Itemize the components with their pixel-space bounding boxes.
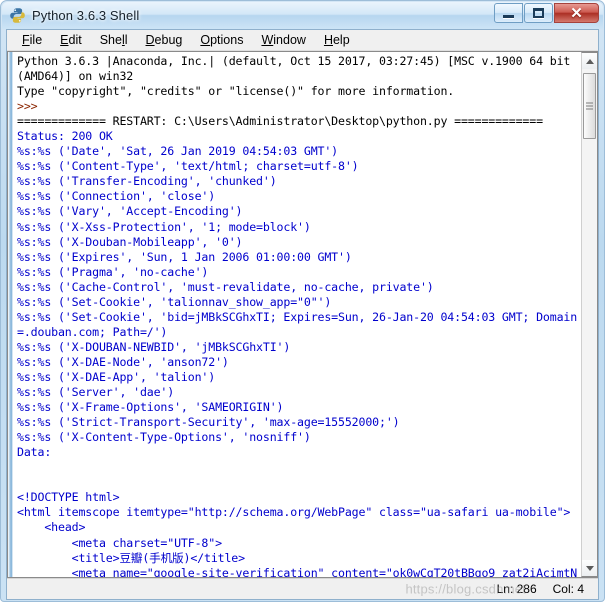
idle-shell-window: Python 3.6.3 Shell ✕ File Edit Shell Debug O… bbox=[0, 0, 605, 602]
python-idle-icon bbox=[9, 7, 26, 24]
maximize-button[interactable] bbox=[524, 3, 553, 23]
shell-line: %s:%s ('Vary', 'Accept-Encoding') bbox=[17, 204, 243, 219]
shell-line: <meta charset="UTF-8"> bbox=[17, 535, 222, 550]
shell-line: >>> bbox=[17, 99, 45, 114]
menu-accelerator: E bbox=[60, 33, 69, 47]
shell-line: %s:%s ('X-DOUBAN-NEWBID', 'jMBkSCGhxTI') bbox=[17, 339, 291, 354]
shell-line: Type "copyright", "credits" or "license(… bbox=[17, 84, 455, 99]
shell-line: %s:%s ('X-Xss-Protection', '1; mode=bloc… bbox=[17, 219, 311, 234]
menu-accelerator: O bbox=[200, 33, 211, 47]
minimize-button[interactable] bbox=[494, 3, 523, 23]
shell-line: %s:%s ('Connection', 'close') bbox=[17, 189, 216, 204]
close-button[interactable]: ✕ bbox=[554, 3, 599, 23]
menu-accelerator: H bbox=[323, 33, 333, 47]
shell-line: %s:%s ('Cache-Control', 'must-revalidate… bbox=[17, 279, 434, 294]
line-number-indicator: Ln: 286 bbox=[496, 582, 537, 596]
shell-line: <title>豆瓣(手机版)</title> bbox=[17, 550, 245, 565]
client-area: File Edit Shell Debug Options Window Help Pyth… bbox=[6, 29, 599, 600]
grip-icon bbox=[586, 102, 593, 110]
shell-line: Status: 200 OK bbox=[17, 129, 113, 144]
close-icon: ✕ bbox=[570, 4, 583, 22]
menu-accelerator: F bbox=[22, 33, 30, 47]
chevron-up-icon bbox=[585, 58, 594, 64]
menu-item-shell[interactable]: Shell bbox=[91, 31, 137, 49]
shell-line: %s:%s ('Server', 'dae') bbox=[17, 385, 175, 400]
shell-line: %s:%s ('X-Content-Type-Options', 'nosnif… bbox=[17, 430, 311, 445]
menu-item-window[interactable]: Window bbox=[252, 31, 314, 49]
menu-item-edit[interactable]: Edit bbox=[51, 31, 91, 49]
shell-line: %s:%s ('X-DAE-App', 'talion') bbox=[17, 369, 216, 384]
window-title: Python 3.6.3 Shell bbox=[32, 8, 140, 23]
scrollbar-thumb[interactable] bbox=[583, 73, 596, 139]
vertical-scrollbar[interactable] bbox=[581, 52, 598, 577]
column-number-indicator: Col: 4 bbox=[552, 582, 584, 596]
shell-line bbox=[17, 475, 581, 490]
menu-item-help[interactable]: Help bbox=[315, 31, 359, 49]
shell-line: %s:%s ('X-DAE-Node', 'anson72') bbox=[17, 354, 229, 369]
shell-line bbox=[17, 460, 581, 475]
menu-item-options[interactable]: Options bbox=[191, 31, 252, 49]
shell-line: %s:%s ('Content-Type', 'text/html; chars… bbox=[17, 159, 359, 174]
scrollbar-track[interactable] bbox=[582, 69, 597, 560]
menu-accelerator: D bbox=[145, 33, 155, 47]
maximize-icon bbox=[533, 8, 544, 18]
shell-line: Data: bbox=[17, 445, 52, 460]
shell-line: <head> bbox=[17, 520, 86, 535]
shell-line: %s:%s ('Pragma', 'no-cache') bbox=[17, 264, 209, 279]
shell-text-area[interactable]: Python 3.6.3 |Anaconda, Inc.| (default, … bbox=[7, 51, 598, 578]
minimize-icon bbox=[503, 15, 514, 18]
shell-line: %s:%s ('Set-Cookie', 'talionnav_show_app… bbox=[17, 294, 332, 309]
chevron-down-icon bbox=[585, 565, 594, 571]
shell-output-text[interactable]: Python 3.6.3 |Anaconda, Inc.| (default, … bbox=[13, 52, 581, 577]
menu-item-debug[interactable]: Debug bbox=[137, 31, 192, 49]
shell-line: %s:%s ('Strict-Transport-Security', 'max… bbox=[17, 415, 400, 430]
shell-line: %s:%s ('X-Douban-Mobileapp', '0') bbox=[17, 234, 243, 249]
scroll-up-button[interactable] bbox=[582, 53, 597, 69]
shell-line: Python 3.6.3 |Anaconda, Inc.| (default, … bbox=[17, 54, 578, 84]
shell-line: %s:%s ('Transfer-Encoding', 'chunked') bbox=[17, 174, 277, 189]
status-bar: https://blog.csdn.net Ln: 286 Col: 4 bbox=[7, 578, 598, 599]
shell-line: %s:%s ('X-Frame-Options', 'SAMEORIGIN') bbox=[17, 400, 284, 415]
menu-accelerator: l bbox=[121, 33, 125, 47]
menu-bar: File Edit Shell Debug Options Window Help bbox=[7, 30, 598, 51]
menu-accelerator: W bbox=[261, 33, 274, 47]
shell-line: %s:%s ('Date', 'Sat, 26 Jan 2019 04:54:0… bbox=[17, 144, 339, 159]
window-controls: ✕ bbox=[494, 3, 599, 23]
shell-line: %s:%s ('Set-Cookie', 'bid=jMBkSCGhxTI; E… bbox=[17, 309, 578, 339]
scroll-down-button[interactable] bbox=[582, 560, 597, 576]
menu-item-file[interactable]: File bbox=[13, 31, 51, 49]
shell-line: <html itemscope itemtype="http://schema.… bbox=[17, 505, 571, 520]
shell-line: ============= RESTART: C:\Users\Administ… bbox=[17, 114, 543, 129]
shell-line: <meta name="google-site-verification" co… bbox=[71, 565, 578, 577]
shell-line: %s:%s ('Expires', 'Sun, 1 Jan 2006 01:00… bbox=[17, 249, 352, 264]
shell-line: <!DOCTYPE html> bbox=[17, 490, 120, 505]
title-bar: Python 3.6.3 Shell ✕ bbox=[2, 2, 603, 29]
